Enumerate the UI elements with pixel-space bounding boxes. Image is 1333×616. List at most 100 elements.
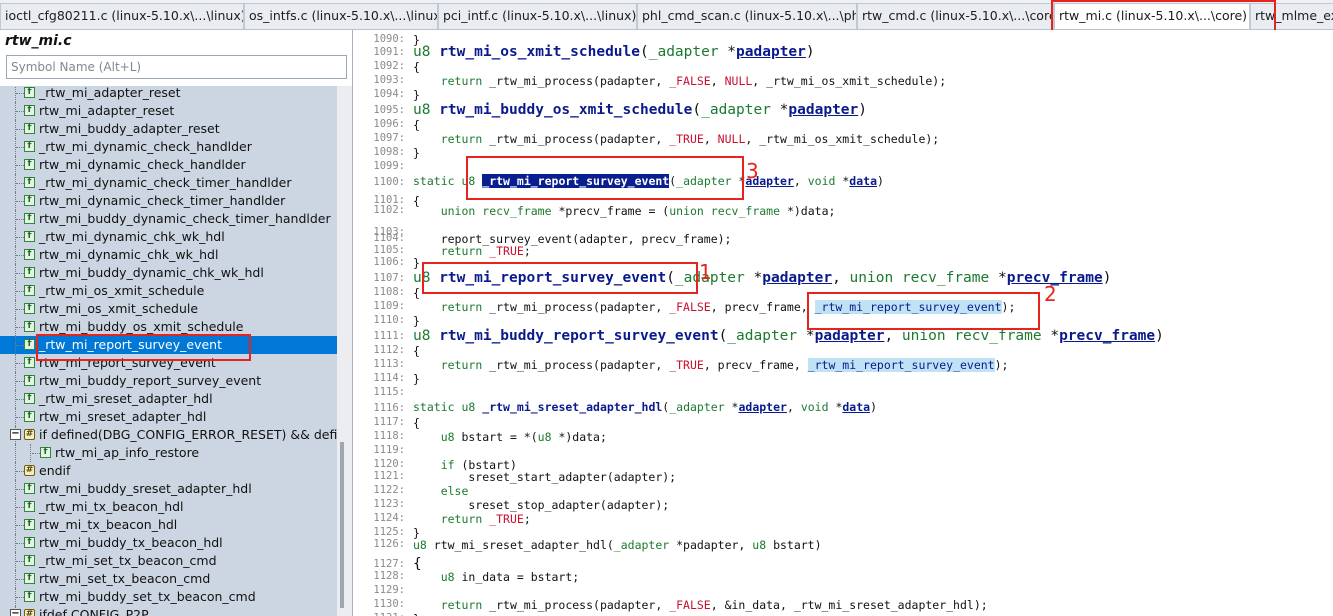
tree-branch-line xyxy=(16,417,24,418)
function-icon: f xyxy=(24,393,35,404)
code-line[interactable]: return _rtw_mi_process(padapter, _FALSE,… xyxy=(413,300,1015,314)
code-line[interactable]: u8 rtw_mi_sreset_adapter_hdl(_adapter *p… xyxy=(413,538,822,552)
tree-branch-line xyxy=(16,147,24,148)
code-line[interactable]: static u8 _rtw_mi_sreset_adapter_hdl(_ad… xyxy=(413,400,877,414)
symbol-search-input[interactable] xyxy=(6,55,347,79)
function-icon: f xyxy=(24,177,35,188)
line-number: 1098: xyxy=(373,146,405,158)
code-line[interactable]: return _rtw_mi_process(padapter, _TRUE, … xyxy=(413,358,1008,372)
tree-item[interactable]: f rtw_mi_sreset_adapter_hdl xyxy=(0,408,337,426)
code-line[interactable]: { xyxy=(413,118,420,132)
code-line[interactable]: static u8 _rtw_mi_report_survey_event(_a… xyxy=(413,174,884,188)
code-line[interactable]: { xyxy=(413,60,420,74)
function-icon: f xyxy=(24,537,35,548)
function-icon: f xyxy=(24,573,35,584)
code-line[interactable]: return _TRUE; xyxy=(413,512,531,526)
tab-label: rtw_cmd.c (linux-5.10.x\...\core) xyxy=(862,8,1054,23)
tree-item[interactable]: f rtw_mi_buddy_dynamic_chk_wk_hdl xyxy=(0,264,337,282)
code-line[interactable]: sreset_start_adapter(adapter); xyxy=(413,470,676,484)
code-line[interactable]: return _rtw_mi_process(padapter, _TRUE, … xyxy=(413,132,940,146)
tab-pci-intf[interactable]: pci_intf.c (linux-5.10.x\...\linux) xyxy=(438,3,637,29)
tab-ioctl-cfg80211[interactable]: ioctl_cfg80211.c (linux-5.10.x\...\linux… xyxy=(0,3,244,29)
tree-item[interactable]: f rtw_mi_adapter_reset xyxy=(0,102,337,120)
function-icon: f xyxy=(24,591,35,602)
line-number: 1096: xyxy=(373,118,405,130)
tree-item[interactable]: f rtw_mi_buddy_tx_beacon_hdl xyxy=(0,534,337,552)
tree-item[interactable]: f _rtw_mi_sreset_adapter_hdl xyxy=(0,390,337,408)
collapse-icon[interactable]: − xyxy=(10,429,21,440)
code-line[interactable]: { xyxy=(413,286,420,300)
line-number: 1117: xyxy=(373,416,405,428)
code-line[interactable]: { xyxy=(413,416,420,430)
tree-item[interactable]: − # if defined(DBG_CONFIG_ERROR_RESET) && … xyxy=(0,426,337,444)
tree-item[interactable]: f rtw_mi_dynamic_chk_wk_hdl xyxy=(0,246,337,264)
tree-item[interactable]: f rtw_mi_buddy_set_tx_beacon_cmd xyxy=(0,588,337,606)
code-line[interactable]: else xyxy=(413,484,469,498)
code-line[interactable]: } xyxy=(413,146,420,160)
tree-item[interactable]: f _rtw_mi_dynamic_chk_wk_hdl xyxy=(0,228,337,246)
tab-phl-cmd-scan[interactable]: phl_cmd_scan.c (linux-5.10.x\...\phl) xyxy=(637,3,857,29)
tree-item[interactable]: f _rtw_mi_dynamic_check_timer_handlder xyxy=(0,174,337,192)
code-line[interactable]: } xyxy=(413,314,420,328)
code-line[interactable]: u8 in_data = bstart; xyxy=(413,570,579,584)
code-line[interactable]: } xyxy=(413,612,420,616)
tab-label: rtw_mi.c (linux-5.10.x\...\core) xyxy=(1059,8,1248,23)
code-line[interactable]: union recv_frame *precv_frame = (union r… xyxy=(413,204,836,218)
tree-branch-line xyxy=(16,507,24,508)
code-line[interactable]: sreset_stop_adapter(adapter); xyxy=(413,498,669,512)
tab-rtw-mi[interactable]: rtw_mi.c (linux-5.10.x\...\core)× xyxy=(1054,3,1250,29)
tree-item[interactable]: f rtw_mi_os_xmit_schedule xyxy=(0,300,337,318)
tree-item[interactable]: f _rtw_mi_dynamic_check_handlder xyxy=(0,138,337,156)
tree-item[interactable]: # endif xyxy=(0,462,337,480)
tree-item-label: _rtw_mi_tx_beacon_hdl xyxy=(39,499,184,514)
line-number: 1123: xyxy=(373,498,405,510)
code-line[interactable]: return _TRUE; xyxy=(413,244,531,258)
code-line[interactable]: } xyxy=(413,256,420,270)
tree-item[interactable]: f rtw_mi_buddy_sreset_adapter_hdl xyxy=(0,480,337,498)
collapse-icon[interactable]: − xyxy=(10,609,21,616)
tree-item[interactable]: f rtw_mi_buddy_dynamic_check_timer_handld… xyxy=(0,210,337,228)
tree-item[interactable]: f rtw_mi_ap_info_restore xyxy=(0,444,337,462)
function-icon: f xyxy=(24,303,35,314)
code-line[interactable]: return _rtw_mi_process(padapter, _FALSE,… xyxy=(413,598,988,612)
tree-branch-line xyxy=(16,597,24,598)
tree-item-label: _rtw_mi_adapter_reset xyxy=(39,86,181,100)
tree-item-label: rtw_mi_buddy_report_survey_event xyxy=(39,373,262,388)
tree-branch-line xyxy=(16,345,24,346)
tab-rtw-cmd[interactable]: rtw_cmd.c (linux-5.10.x\...\core) xyxy=(857,3,1054,29)
tree-item[interactable]: f _rtw_mi_adapter_reset xyxy=(0,86,337,102)
tree-item[interactable]: − # ifdef CONFIG_P2P xyxy=(0,606,337,616)
code-line[interactable]: u8 rtw_mi_os_xmit_schedule(_adapter *pad… xyxy=(413,44,815,60)
code-line[interactable]: { xyxy=(413,344,420,358)
tree-branch-line xyxy=(16,93,24,94)
tree-item[interactable]: f rtw_mi_buddy_report_survey_event xyxy=(0,372,337,390)
tree-branch-line xyxy=(16,525,24,526)
tree-item[interactable]: f rtw_mi_buddy_adapter_reset xyxy=(0,120,337,138)
tab-rtw-mlme-ext[interactable]: rtw_mlme_ext xyxy=(1250,3,1333,29)
tab-os-intfs[interactable]: os_intfs.c (linux-5.10.x\...\linux) xyxy=(244,3,438,29)
code-line[interactable]: u8 rtw_mi_buddy_report_survey_event(_ada… xyxy=(413,328,1164,344)
scrollbar-thumb[interactable] xyxy=(340,442,344,608)
tree-item[interactable]: f _rtw_mi_os_xmit_schedule xyxy=(0,282,337,300)
tree-item[interactable]: f rtw_mi_set_tx_beacon_cmd xyxy=(0,570,337,588)
tree-item[interactable]: f _rtw_mi_tx_beacon_hdl xyxy=(0,498,337,516)
tree-item[interactable]: f _rtw_mi_report_survey_event xyxy=(0,336,337,354)
tree-item[interactable]: f rtw_mi_dynamic_check_timer_handlder xyxy=(0,192,337,210)
tree-scrollbar[interactable] xyxy=(337,86,352,616)
code-editor[interactable]: 1090: 1091: 1092: 1093: 1094: 1095: 1096: 1097:… xyxy=(353,30,1333,616)
function-icon: f xyxy=(24,267,35,278)
code-line[interactable]: return _rtw_mi_process(padapter, _FALSE,… xyxy=(413,74,946,88)
tree-item[interactable]: f rtw_mi_report_survey_event xyxy=(0,354,337,372)
code-line[interactable]: } xyxy=(413,88,420,102)
tree-item-label: _rtw_mi_dynamic_chk_wk_hdl xyxy=(39,229,225,244)
code-line[interactable]: u8 bstart = *(u8 *)data; xyxy=(413,430,607,444)
tree-item[interactable]: f _rtw_mi_set_tx_beacon_cmd xyxy=(0,552,337,570)
tree-item[interactable]: f rtw_mi_tx_beacon_hdl xyxy=(0,516,337,534)
line-number: 1102: xyxy=(373,204,405,216)
tree-item[interactable]: f rtw_mi_buddy_os_xmit_schedule xyxy=(0,318,337,336)
code-line[interactable]: u8 rtw_mi_buddy_os_xmit_schedule(_adapte… xyxy=(413,102,867,118)
tree-item[interactable]: f rtw_mi_dynamic_check_handlder xyxy=(0,156,337,174)
code-line[interactable]: } xyxy=(413,372,420,386)
function-icon: f xyxy=(24,249,35,260)
code-line[interactable]: u8 rtw_mi_report_survey_event(_adapter *… xyxy=(413,270,1111,286)
